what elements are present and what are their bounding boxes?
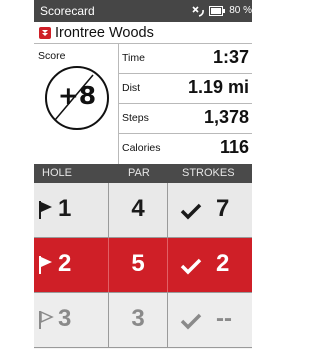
stat-label: Steps xyxy=(122,112,149,124)
stat-label: Dist xyxy=(122,82,141,94)
par-value: 4 xyxy=(131,195,145,222)
strokes-value: 2 xyxy=(216,250,230,277)
par-value: 5 xyxy=(131,250,145,277)
strokes-value: 7 xyxy=(216,195,230,222)
check-icon xyxy=(180,258,202,275)
stat-value: 1.19 mi xyxy=(187,77,249,97)
stat-label: Calories xyxy=(122,142,161,154)
column-par: PAR xyxy=(128,167,150,179)
column-hole: HOLE xyxy=(42,167,72,179)
stat-row-calories: Calories 116 xyxy=(119,134,252,163)
par-cell: 3 xyxy=(109,293,167,347)
battery-icon xyxy=(209,6,226,16)
score-panel: Score +8 xyxy=(34,44,119,164)
hole-row[interactable]: 1 4 7 xyxy=(34,183,252,238)
flag-badge-icon xyxy=(39,26,51,39)
status-icons: 80 % xyxy=(191,0,252,22)
flag-icon xyxy=(39,310,54,329)
battery-percent: 80 % xyxy=(229,5,252,16)
screen-title: Scorecard xyxy=(40,4,95,18)
score-label: Score xyxy=(38,50,66,62)
check-icon xyxy=(180,313,202,330)
course-name: Irontree Woods xyxy=(55,24,154,41)
stat-label: Time xyxy=(122,52,145,64)
stat-row-steps: Steps 1,378 xyxy=(119,104,252,134)
hole-row-active[interactable]: 2 5 2 xyxy=(34,238,252,293)
hole-number: 3 xyxy=(58,305,72,332)
status-bar: Scorecard 80 % xyxy=(34,0,252,22)
stat-value: 1,378 xyxy=(203,107,249,127)
column-headers: HOLE PAR STROKES xyxy=(34,164,252,183)
par-cell: 5 xyxy=(109,238,167,292)
flag-icon xyxy=(39,201,52,219)
stats-table: Time 1:37 Dist 1.19 mi Steps 1,378 Calor… xyxy=(119,44,252,164)
hole-cell: 2 xyxy=(34,238,108,292)
signal-icon xyxy=(192,6,205,17)
strokes-cell: 2 xyxy=(168,238,252,292)
hole-row[interactable]: 3 3 -- xyxy=(34,293,252,348)
hole-number: 1 xyxy=(58,195,72,222)
column-strokes: STROKES xyxy=(182,167,235,179)
hole-cell: 3 xyxy=(34,293,108,347)
par-value: 3 xyxy=(131,305,145,332)
hole-cell: 1 xyxy=(34,183,108,237)
strokes-cell: 7 xyxy=(168,183,252,237)
score-value: +8 xyxy=(57,81,97,110)
hole-number: 2 xyxy=(58,250,72,277)
stat-value: 116 xyxy=(219,137,249,157)
par-cell: 4 xyxy=(109,183,167,237)
check-icon xyxy=(180,203,202,220)
stat-row-time: Time 1:37 xyxy=(119,44,252,74)
course-header: Irontree Woods xyxy=(34,22,252,44)
flag-icon xyxy=(39,256,52,274)
score-circle: +8 xyxy=(45,66,109,130)
stat-row-distance: Dist 1.19 mi xyxy=(119,74,252,104)
stat-value: 1:37 xyxy=(212,47,249,67)
strokes-cell: -- xyxy=(168,293,252,347)
watch-screen: Scorecard 80 % Irontree Woods Score +8 T… xyxy=(34,0,252,349)
strokes-value: -- xyxy=(216,305,232,332)
